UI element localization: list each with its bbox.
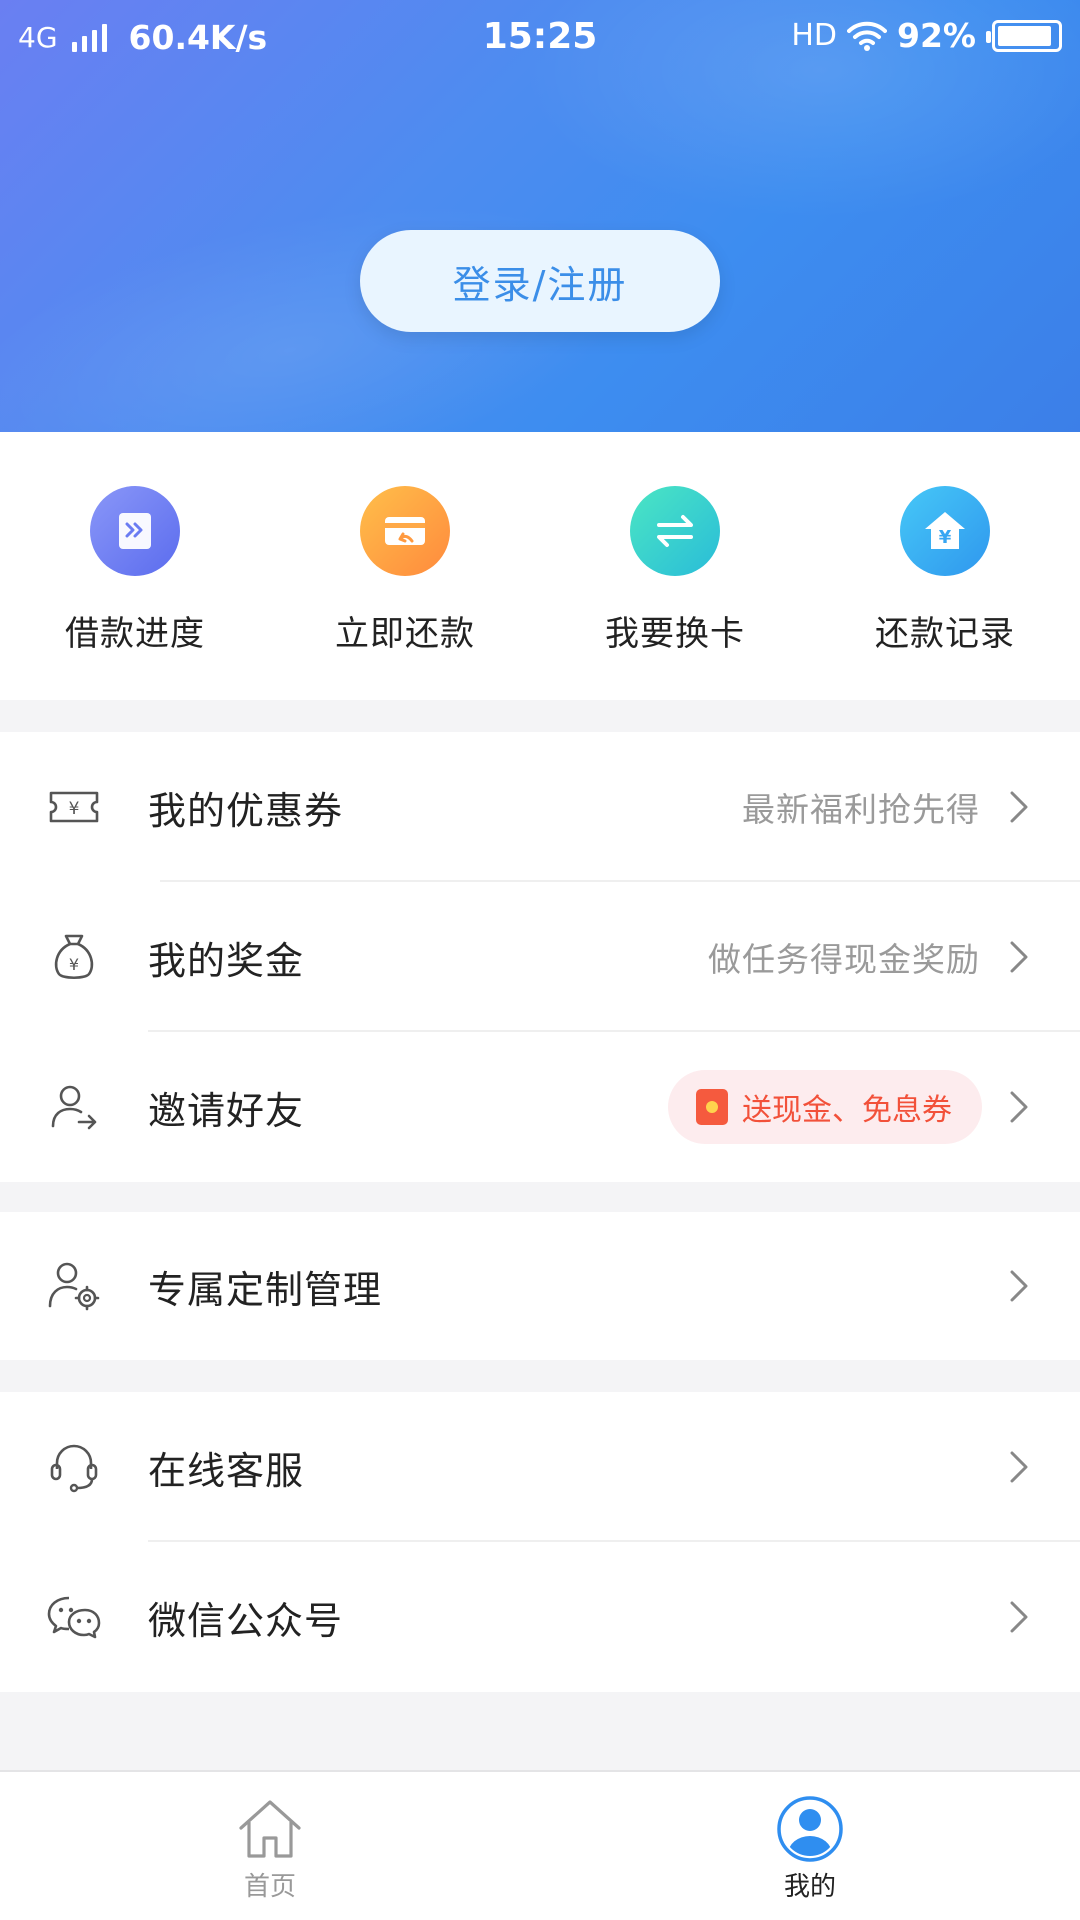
shortcut-label: 我要换卡 [605, 614, 745, 654]
menu-group-custom: 专属定制管理 [0, 1212, 1080, 1360]
chevron-right-icon [1010, 1091, 1028, 1123]
promo-text: 送现金、免息券 [742, 1093, 952, 1128]
menu-item-online-service[interactable]: 在线客服 [0, 1392, 1080, 1542]
user-avatar-icon [777, 1796, 843, 1862]
home-icon [237, 1796, 303, 1862]
shortcut-repay-record[interactable]: ¥ 还款记录 [810, 432, 1080, 700]
menu-group-rewards: ¥ 我的优惠券 最新福利抢先得 ¥ 我的奖金 做任务得现金奖励 邀请好友 送现金… [0, 732, 1080, 1182]
menu-item-coupons[interactable]: ¥ 我的优惠券 最新福利抢先得 [0, 732, 1080, 882]
menu-item-wechat-account[interactable]: 微信公众号 [0, 1542, 1080, 1692]
headset-icon [46, 1439, 102, 1495]
shortcut-label: 借款进度 [65, 614, 205, 654]
shortcut-label: 还款记录 [875, 614, 1015, 654]
loan-progress-icon [90, 486, 180, 576]
chevron-right-icon [1010, 1270, 1028, 1302]
invite-promo-badge: 送现金、免息券 [668, 1070, 982, 1144]
profile-header: 4G 60.4K/s 15:25 HD 92% 登录/注册 [0, 0, 1080, 432]
tab-label: 首页 [243, 1872, 296, 1902]
chevron-right-icon [1010, 791, 1028, 823]
wechat-icon [46, 1589, 102, 1645]
menu-item-title: 我的奖金 [148, 938, 305, 983]
shortcut-loan-progress[interactable]: 借款进度 [0, 432, 270, 700]
tab-mine[interactable]: 我的 [540, 1772, 1080, 1920]
battery-percent: 92% [897, 16, 976, 55]
menu-item-title: 在线客服 [148, 1448, 305, 1493]
coupon-icon: ¥ [46, 779, 102, 835]
menu-group-support: 在线客服 微信公众号 [0, 1392, 1080, 1692]
repay-icon [360, 486, 450, 576]
bottom-tab-bar: 首页 我的 [0, 1770, 1080, 1920]
menu-item-custom-management[interactable]: 专属定制管理 [0, 1212, 1080, 1360]
menu-item-title: 我的优惠券 [148, 788, 344, 833]
hd-indicator: HD [791, 18, 837, 53]
chevron-right-icon [1010, 1601, 1028, 1633]
tab-label: 我的 [783, 1872, 836, 1902]
shortcut-grid: 借款进度 立即还款 我要换卡 ¥ 还款记录 [0, 432, 1080, 700]
shortcut-change-card[interactable]: 我要换卡 [540, 432, 810, 700]
svg-text:¥: ¥ [69, 799, 80, 819]
shortcut-label: 立即还款 [335, 614, 475, 654]
invite-user-icon [46, 1079, 102, 1135]
swap-card-icon [630, 486, 720, 576]
tab-home[interactable]: 首页 [0, 1772, 540, 1920]
chevron-right-icon [1010, 941, 1028, 973]
menu-item-title: 邀请好友 [148, 1088, 305, 1133]
menu-item-invite-friends[interactable]: 邀请好友 送现金、免息券 [0, 1032, 1080, 1182]
menu-item-title: 微信公众号 [148, 1598, 344, 1643]
svg-text:¥: ¥ [939, 527, 952, 548]
menu-item-bonus[interactable]: ¥ 我的奖金 做任务得现金奖励 [0, 882, 1080, 1032]
money-bag-icon: ¥ [46, 929, 102, 985]
login-register-button[interactable]: 登录/注册 [360, 230, 720, 332]
chevron-right-icon [1010, 1451, 1028, 1483]
shortcut-repay-now[interactable]: 立即还款 [270, 432, 540, 700]
red-envelope-icon [696, 1089, 728, 1125]
user-settings-icon [46, 1258, 102, 1314]
menu-item-title: 专属定制管理 [148, 1267, 383, 1312]
menu-item-hint: 最新福利抢先得 [742, 790, 980, 829]
repay-record-icon: ¥ [900, 486, 990, 576]
menu-item-hint: 做任务得现金奖励 [708, 940, 980, 979]
wifi-icon [847, 21, 887, 51]
status-bar: 4G 60.4K/s 15:25 HD 92% [0, 0, 1080, 76]
svg-text:¥: ¥ [69, 955, 79, 974]
battery-icon [986, 19, 1062, 52]
